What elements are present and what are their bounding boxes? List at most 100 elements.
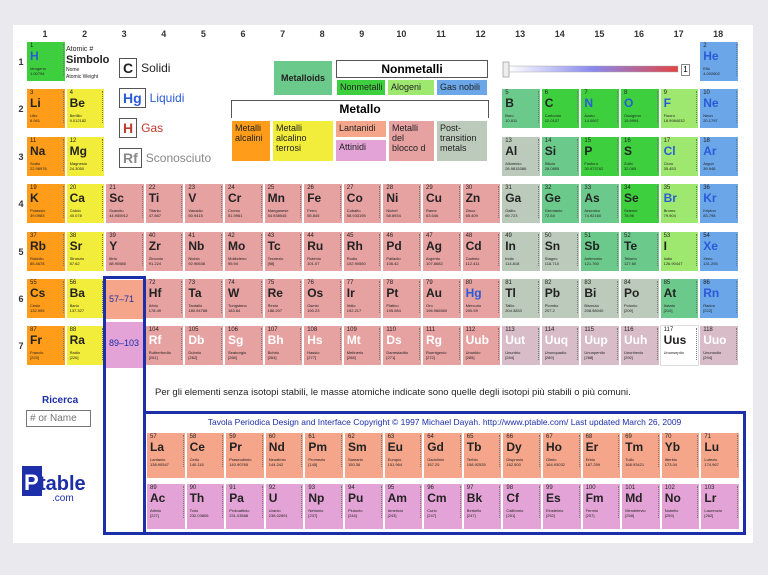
element-ta[interactable]: 73 Ta Tantalio 180.94788 [184, 278, 224, 319]
element-bk[interactable]: 97 Bk Berkelio [247] [462, 483, 503, 530]
element-la[interactable]: 57 La Lantanio 138.90547 [146, 432, 186, 479]
element-ac[interactable]: 89 Ac Attinio [227] [146, 483, 186, 530]
element-ra[interactable]: 88 Ra Radio [226] [65, 325, 106, 367]
element-hs[interactable]: 108 Hs Hassio [277] [303, 325, 343, 367]
element-tl[interactable]: 81 Tl Tallio 204.3833 [501, 278, 541, 319]
element-ti[interactable]: 22 Ti Titanio 47.867 [144, 183, 185, 225]
element-fm[interactable]: 100 Fm Fermio [257] [581, 483, 622, 530]
element-ar[interactable]: 18 Ar Argon 39.948 [699, 135, 739, 177]
element-ba[interactable]: 56 Ba Bario 137.327 [65, 278, 106, 319]
element-p[interactable]: 15 P Fosforo 30.973762 [580, 135, 620, 177]
element-db[interactable]: 105 Db Dubnio [262] [184, 325, 224, 367]
element-u[interactable]: 92 U Uranio 238.02891 [264, 483, 305, 530]
element-o[interactable]: 8 O Ossigeno 15.9994 [620, 88, 660, 130]
element-lr[interactable]: 103 Lr Laurenzio [262] [700, 483, 740, 530]
legend-metal-category[interactable]: Post-transition metals [436, 120, 488, 162]
element-mt[interactable]: 109 Mt Meitnerio [268] [342, 325, 383, 367]
element-pd[interactable]: 46 Pd Palladio 106.42 [382, 230, 422, 272]
element-ne[interactable]: 10 Ne Neon 20.1797 [699, 88, 739, 130]
element-am[interactable]: 95 Am Americio [243] [383, 483, 424, 530]
element-eu[interactable]: 63 Eu Europio 151.964 [383, 432, 424, 479]
temperature-slider[interactable] [502, 61, 690, 79]
legend-nonmetal-category[interactable]: Nonmetalli [336, 79, 386, 96]
element-te[interactable]: 52 Te Tellurio 127.60 [620, 230, 660, 272]
element-rf[interactable]: 104 Rf Rutherfordio [261] [144, 325, 185, 367]
element-bh[interactable]: 107 Bh Bohrio [264] [263, 325, 304, 367]
element-ge[interactable]: 32 Ge Germanio 72.64 [540, 183, 581, 225]
element-tc[interactable]: 43 Tc Tecnezio [98] [263, 230, 304, 272]
actinide-placeholder[interactable]: 89–103 [104, 321, 145, 369]
element-si[interactable]: 14 Si Silicio 28.0855 [540, 135, 581, 177]
element-pt[interactable]: 78 Pt Platino 195.084 [382, 278, 422, 319]
element-ds[interactable]: 110 Ds Darmstadtio [271] [382, 325, 422, 367]
element-b[interactable]: 5 B Boro 10.811 [501, 88, 541, 130]
element-i[interactable]: 53 I Iodio 126.90447 [659, 230, 700, 272]
element-hf[interactable]: 72 Hf Afnio 178.49 [144, 278, 185, 319]
element-ce[interactable]: 58 Ce Cerio 140.116 [185, 432, 226, 479]
element-c[interactable]: 6 C Carbonio 12.0107 [540, 88, 581, 130]
element-lu[interactable]: 71 Lu Lutezio 174.967 [700, 432, 740, 479]
element-he[interactable]: 2 He Elio 4.002602 [699, 41, 739, 82]
element-w[interactable]: 74 W Tungsteno 183.84 [224, 278, 264, 319]
element-cm[interactable]: 96 Cm Curio [247] [423, 483, 463, 530]
element-mn[interactable]: 25 Mn Manganese 54.938045 [263, 183, 304, 225]
element-au[interactable]: 79 Au Oro 196.966569 [422, 278, 462, 319]
element-pb[interactable]: 82 Pb Piombo 207.2 [540, 278, 581, 319]
element-uuo[interactable]: 118 Uuo Ununoctio [294] [699, 325, 739, 367]
element-sb[interactable]: 51 Sb Antimonio 121.760 [580, 230, 620, 272]
element-cl[interactable]: 17 Cl Cloro 35.453 [659, 135, 700, 177]
element-np[interactable]: 93 Np Nettunio [237] [304, 483, 344, 530]
element-pr[interactable]: 59 Pr Praseodimio 140.90765 [225, 432, 265, 479]
element-sc[interactable]: 21 Sc Scandio 44.955912 [105, 183, 145, 225]
element-gd[interactable]: 64 Gd Gadolinio 157.25 [423, 432, 463, 479]
element-uup[interactable]: 115 Uup Ununpentio [288] [580, 325, 620, 367]
element-bi[interactable]: 83 Bi Bismuto 208.98040 [580, 278, 620, 319]
element-mg[interactable]: 12 Mg Magnesio 24.3050 [65, 135, 106, 177]
element-fr[interactable]: 87 Fr Francio [223] [26, 325, 66, 367]
element-cu[interactable]: 29 Cu Rame 63.546 [422, 183, 462, 225]
element-sr[interactable]: 38 Sr Stronzio 87.62 [65, 230, 106, 272]
element-al[interactable]: 13 Al Alluminio 26.9815386 [501, 135, 541, 177]
element-er[interactable]: 68 Er Erbio 167.259 [581, 432, 622, 479]
element-at[interactable]: 85 At Astato [210] [659, 278, 700, 319]
element-li[interactable]: 3 Li Litio 6.941 [26, 88, 66, 130]
element-br[interactable]: 35 Br Bromo 79.904 [659, 183, 700, 225]
element-xe[interactable]: 54 Xe Xeno 131.293 [699, 230, 739, 272]
element-th[interactable]: 90 Th Torio 232.03806 [185, 483, 226, 530]
legend-metal-category[interactable]: Lantanidi [335, 120, 387, 138]
element-co[interactable]: 27 Co Cobalto 58.933195 [342, 183, 383, 225]
element-md[interactable]: 101 Md Mendelevio [258] [621, 483, 661, 530]
element-rb[interactable]: 37 Rb Rubidio 85.4678 [26, 230, 66, 272]
element-v[interactable]: 23 V Vanadio 50.9415 [184, 183, 224, 225]
legend-metal-category[interactable]: Metalli alcalino terrosi [272, 120, 334, 162]
element-in[interactable]: 49 In Indio 114.818 [501, 230, 541, 272]
element-uub[interactable]: 112 Uub Ununbio [285] [461, 325, 502, 367]
legend-nonmetal-category[interactable]: Alogeni [387, 79, 435, 96]
element-sg[interactable]: 106 Sg Seaborgio [266] [224, 325, 264, 367]
element-pm[interactable]: 61 Pm Promezio [145] [304, 432, 344, 479]
element-cd[interactable]: 48 Cd Cadmio 112.411 [461, 230, 502, 272]
element-as[interactable]: 33 As Arsenico 74.92160 [580, 183, 620, 225]
element-cr[interactable]: 24 Cr Cromo 51.9961 [224, 183, 264, 225]
element-n[interactable]: 7 N Azoto 14.0067 [580, 88, 620, 130]
legend-nonmetal-category[interactable]: Gas nobili [436, 79, 488, 96]
element-os[interactable]: 76 Os Osmio 190.23 [303, 278, 343, 319]
element-rh[interactable]: 45 Rh Rodio 102.90550 [342, 230, 383, 272]
lanthanide-placeholder[interactable]: 57–71 [104, 279, 145, 320]
element-uut[interactable]: 113 Uut Ununtrio [284] [501, 325, 541, 367]
element-nd[interactable]: 60 Nd Neodimio 144.242 [264, 432, 305, 479]
element-h[interactable]: 1 H Idrogeno 1.00794 [26, 41, 66, 82]
element-sn[interactable]: 50 Sn Stagno 118.710 [540, 230, 581, 272]
element-uus[interactable]: 117 Uus Ununseptio [659, 325, 700, 367]
element-cf[interactable]: 98 Cf Californio [251] [502, 483, 542, 530]
element-ni[interactable]: 28 Ni Nichel 58.6934 [382, 183, 422, 225]
element-fe[interactable]: 26 Fe Ferro 55.845 [303, 183, 343, 225]
element-yb[interactable]: 70 Yb Itterbio 173.04 [660, 432, 701, 479]
element-rg[interactable]: 111 Rg Roentgenio [272] [422, 325, 462, 367]
element-hg[interactable]: 80 Hg Mercurio 200.59 [461, 278, 502, 319]
element-y[interactable]: 39 Y Ittrio 88.90585 [105, 230, 145, 272]
element-s[interactable]: 16 S Zolfo 32.065 [620, 135, 660, 177]
search-input[interactable] [26, 410, 91, 427]
element-mo[interactable]: 42 Mo Molibdeno 95.94 [224, 230, 264, 272]
ptable-logo[interactable]: P table .com [20, 464, 86, 504]
